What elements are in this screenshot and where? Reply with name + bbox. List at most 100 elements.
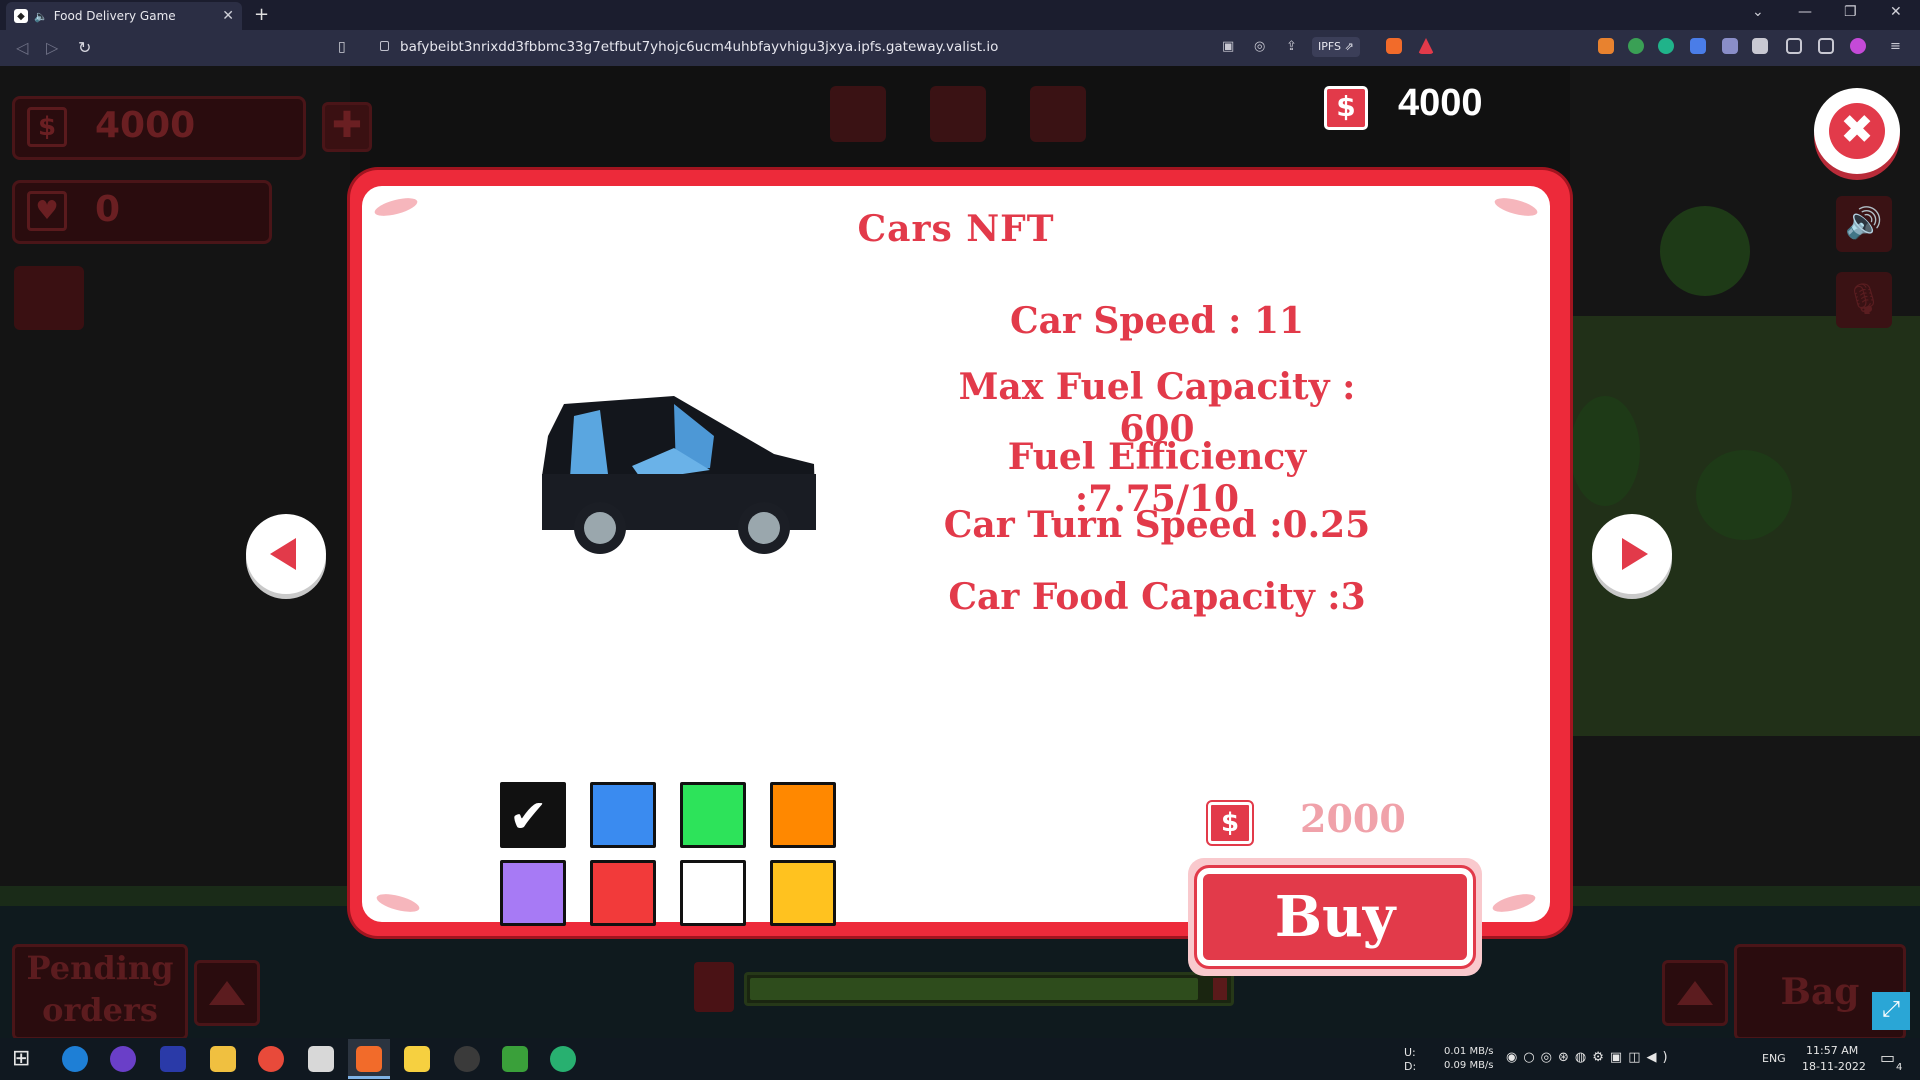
- github-desktop-icon[interactable]: [110, 1046, 136, 1072]
- car-preview-image: [542, 396, 816, 554]
- hearts-value: 0: [95, 189, 121, 230]
- fuel-gauge: [744, 972, 1234, 1006]
- top-dollar-icon: $: [1324, 86, 1368, 130]
- pending-orders-toggle-button[interactable]: [194, 960, 260, 1026]
- previous-car-button[interactable]: [246, 514, 326, 594]
- extension-green-icon[interactable]: [1628, 38, 1644, 54]
- chrome-icon[interactable]: [258, 1046, 284, 1072]
- add-money-button[interactable]: ✚: [322, 102, 372, 152]
- restore-button[interactable]: ❐: [1844, 4, 1857, 20]
- close-icon: ✖: [1829, 103, 1885, 159]
- stat-car-food-capacity: Car Food Capacity :3: [948, 576, 1366, 618]
- next-car-button[interactable]: [1592, 514, 1672, 594]
- tab-food-delivery-game[interactable]: ◆ 🔈 Food Delivery Game ✕: [6, 2, 242, 30]
- pending-orders-button[interactable]: Pending orders: [12, 944, 188, 1038]
- ipfs-button[interactable]: IPFS ⇗: [1312, 37, 1360, 57]
- sticky-notes-icon[interactable]: [404, 1046, 430, 1072]
- checkmark-icon: ✔: [509, 789, 548, 843]
- buy-button[interactable]: Buy: [1188, 858, 1482, 976]
- notepad-plus-icon[interactable]: [502, 1046, 528, 1072]
- back-button[interactable]: ◁: [16, 38, 28, 57]
- browser-menu-icon[interactable]: ≡: [1890, 39, 1901, 54]
- color-swatch-red[interactable]: [590, 860, 656, 926]
- car-garage-button[interactable]: [14, 266, 84, 330]
- extension-blue-icon[interactable]: [1690, 38, 1706, 54]
- corner-decoration: [374, 890, 422, 916]
- color-swatch-white[interactable]: [680, 860, 746, 926]
- arrow-up-icon: [1677, 981, 1713, 1005]
- dollar-icon: $: [27, 107, 67, 147]
- sound-icon[interactable]: 🔊: [1836, 196, 1892, 252]
- lock-icon[interactable]: [380, 41, 389, 51]
- fuel-station-icon: [830, 86, 886, 142]
- price-dollar-icon: $: [1206, 800, 1254, 846]
- bookmark-icon[interactable]: ▯: [338, 39, 346, 55]
- broadcast-icon[interactable]: ◎: [1254, 39, 1265, 54]
- unity-icon[interactable]: [308, 1046, 334, 1072]
- hearts-panel: ♥ 0: [12, 180, 272, 244]
- tree-decoration: [1696, 450, 1792, 540]
- forward-button[interactable]: ▷: [46, 38, 58, 57]
- cast-icon[interactable]: ▣: [1222, 39, 1234, 54]
- net-down-label: D:: [1404, 1060, 1417, 1073]
- edge-icon[interactable]: [62, 1046, 88, 1072]
- tab-search-icon[interactable]: ⌄: [1752, 4, 1764, 20]
- tree-decoration: [1570, 396, 1640, 506]
- arrow-left-icon: [270, 538, 296, 570]
- app-icon[interactable]: [550, 1046, 576, 1072]
- browser-tab-strip: ◆ 🔈 Food Delivery Game ✕ + ⌄ — ❐ ✕: [0, 0, 1920, 30]
- cars-nft-modal: Cars NFT Car Speed : 11 Max Fuel Capacit…: [350, 170, 1570, 976]
- mic-mute-icon[interactable]: 🎙: [1836, 272, 1892, 328]
- extensions-puzzle-icon[interactable]: [1752, 38, 1768, 54]
- system-tray-icons[interactable]: ◉○◎⊛◍⚙▣◫◀): [1506, 1050, 1674, 1065]
- notification-icon[interactable]: ▭: [1880, 1048, 1895, 1067]
- start-icon[interactable]: ⊞: [12, 1046, 30, 1071]
- wallet-icon[interactable]: [1818, 38, 1834, 54]
- color-swatch-purple[interactable]: [500, 860, 566, 926]
- figma-like-app-icon[interactable]: [160, 1046, 186, 1072]
- color-swatch-orange[interactable]: [770, 782, 836, 848]
- fullscreen-icon[interactable]: ⤢: [1872, 992, 1910, 1030]
- brave-icon[interactable]: [356, 1046, 382, 1072]
- clock-date[interactable]: 18-11-2022: [1802, 1060, 1866, 1073]
- minimize-button[interactable]: —: [1798, 4, 1812, 20]
- buy-button-label: Buy: [1194, 865, 1476, 969]
- ipfs-label: IPFS: [1318, 40, 1341, 53]
- color-swatch-black[interactable]: ✔: [500, 782, 566, 848]
- reload-button[interactable]: ↻: [78, 38, 91, 57]
- audio-playing-icon[interactable]: 🔈: [34, 10, 48, 23]
- color-swatch-blue[interactable]: [590, 782, 656, 848]
- window-close-button[interactable]: ✕: [1890, 4, 1902, 20]
- color-swatch-yellow[interactable]: [770, 860, 836, 926]
- money-panel: $ 4000: [12, 96, 306, 160]
- windows-taskbar: ⊞ U: D: 0.01 MB/s 0.09 MB/s ◉○◎⊛◍⚙▣◫◀) E…: [0, 1038, 1920, 1080]
- clock-time[interactable]: 11:57 AM: [1806, 1044, 1858, 1057]
- fuel-gauge-end: [1213, 978, 1227, 1000]
- extension-cursor-icon[interactable]: [1722, 38, 1738, 54]
- game-canvas: $ 4000 ✚ ♥ 0 $ 4000 ✖ 🔊 🎙 Pending orders…: [0, 66, 1920, 1038]
- shop-sign-icon: [1030, 86, 1086, 142]
- brave-rewards-icon[interactable]: [1418, 38, 1434, 54]
- file-explorer-icon[interactable]: [210, 1046, 236, 1072]
- metamask-icon[interactable]: [1598, 38, 1614, 54]
- price-value: 2000: [1300, 796, 1406, 841]
- modal-body: Cars NFT Car Speed : 11 Max Fuel Capacit…: [362, 186, 1550, 976]
- arrow-up-icon: [209, 981, 245, 1005]
- site-favicon-icon: ◆: [14, 9, 28, 23]
- net-up-label: U:: [1404, 1046, 1416, 1059]
- bag-toggle-button[interactable]: [1662, 960, 1728, 1026]
- language-indicator[interactable]: ENG: [1762, 1052, 1786, 1065]
- obs-icon[interactable]: [454, 1046, 480, 1072]
- color-swatch-green[interactable]: [680, 782, 746, 848]
- new-tab-button[interactable]: +: [254, 4, 269, 25]
- tree-decoration: [1660, 206, 1750, 296]
- profile-avatar-icon[interactable]: [1850, 38, 1866, 54]
- tab-close-icon[interactable]: ✕: [222, 8, 234, 24]
- address-toolbar: ◁ ▷ ↻ ▯ bafybeibt3nrixdd3fbbmc33g7etfbut…: [0, 30, 1920, 66]
- url-field[interactable]: bafybeibt3nrixdd3fbbmc33g7etfbut7yhojc6u…: [400, 39, 998, 55]
- brave-shield-icon[interactable]: [1386, 38, 1402, 54]
- share-icon[interactable]: ⇪: [1286, 39, 1297, 54]
- close-modal-button[interactable]: ✖: [1814, 88, 1900, 174]
- extension-teal-icon[interactable]: [1658, 38, 1674, 54]
- sidebar-icon[interactable]: [1786, 38, 1802, 54]
